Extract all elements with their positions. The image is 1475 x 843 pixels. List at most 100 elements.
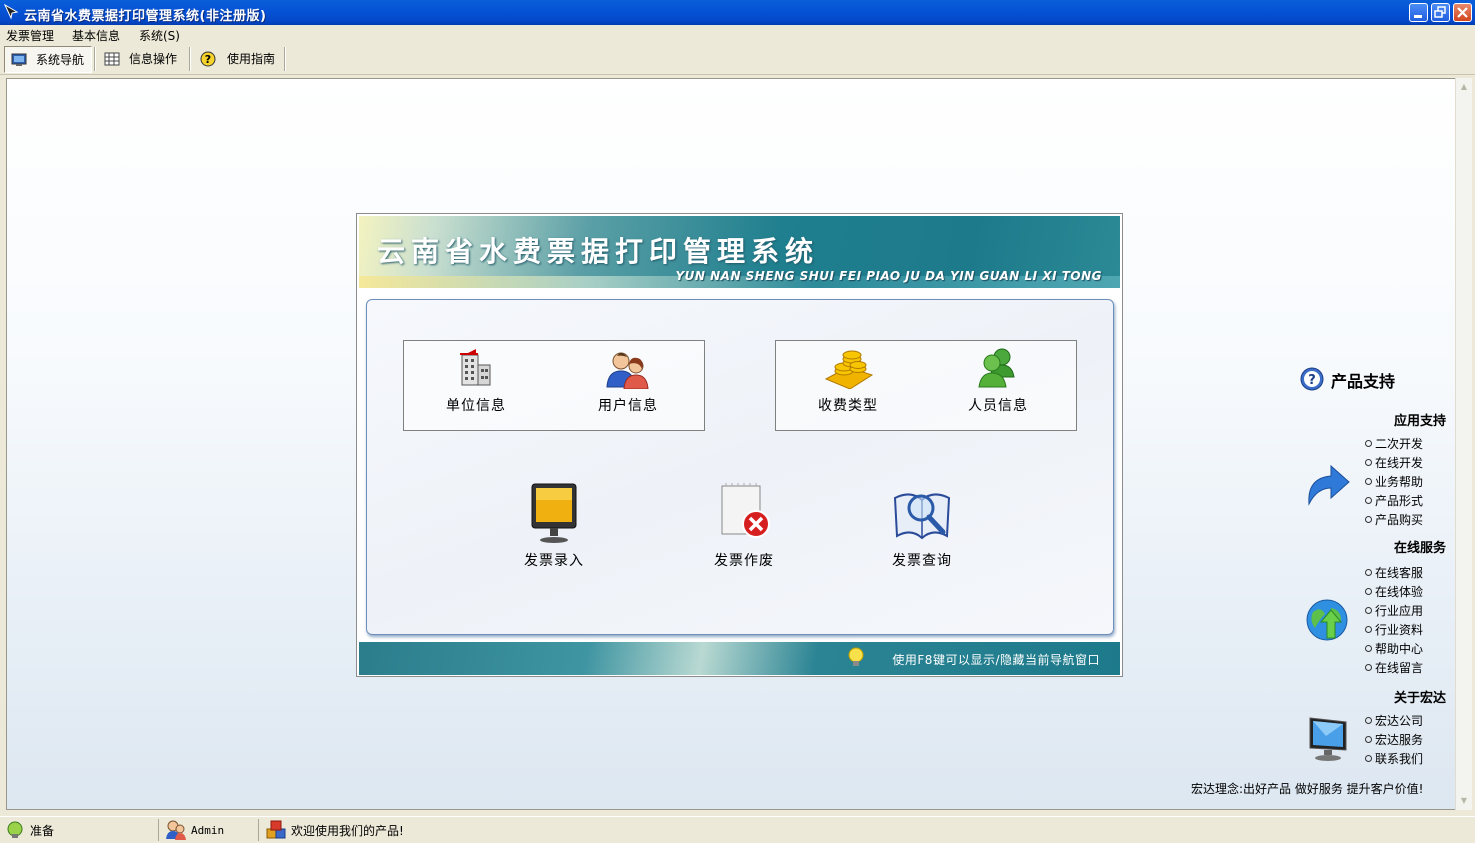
link-product-form[interactable]: 产品形式 <box>1365 492 1423 509</box>
link-secondary-dev[interactable]: 二次开发 <box>1365 435 1423 452</box>
invoice-entry-label: 发票录入 <box>524 553 584 569</box>
menu-system[interactable]: 系统(S) <box>139 27 180 44</box>
arrow-icon <box>1308 464 1350 506</box>
toolbar-separator <box>189 47 191 71</box>
bullet-icon <box>1365 478 1372 485</box>
panel-banner: 云南省水费票据打印管理系统 YUN NAN SHENG SHUI FEI PIA… <box>359 216 1120 288</box>
scroll-up-icon[interactable]: ▲ <box>1457 80 1471 94</box>
product-icon <box>266 820 286 839</box>
scroll-down-icon[interactable]: ▼ <box>1457 794 1471 808</box>
bullet-icon <box>1365 645 1372 652</box>
section-heading-about: 关于宏达 <box>1394 691 1447 706</box>
link-online-trial[interactable]: 在线体验 <box>1365 583 1423 600</box>
tab-info-ops[interactable]: 信息操作 <box>104 46 186 71</box>
section-heading-online: 在线服务 <box>1394 541 1447 556</box>
app-icon[interactable] <box>3 4 19 20</box>
tab-system-nav-label: 系统导航 <box>36 53 85 67</box>
link-industry-docs[interactable]: 行业资料 <box>1365 621 1423 638</box>
link-services[interactable]: 宏达服务 <box>1365 731 1423 748</box>
staff-info-label: 人员信息 <box>968 398 1028 414</box>
grid-icon <box>104 52 120 65</box>
link-contact-us[interactable]: 联系我们 <box>1365 750 1423 767</box>
link-product-purchase[interactable]: 产品购买 <box>1365 511 1423 528</box>
toolbar: 系统导航 信息操作 ? 使用指南 <box>0 44 1475 75</box>
footer-hint: 使用F8键可以显示/隐藏当前导航窗口 <box>892 653 1100 667</box>
menu-basic-info[interactable]: 基本信息 <box>72 27 120 44</box>
tab-user-guide-label: 使用指南 <box>227 52 276 66</box>
link-company[interactable]: 宏达公司 <box>1365 712 1423 729</box>
user-info-label: 用户信息 <box>598 398 658 414</box>
vertical-scrollbar[interactable]: ▲ ▼ <box>1455 78 1472 810</box>
restore-icon <box>1434 6 1446 18</box>
bullet-icon <box>1365 440 1372 447</box>
invoice-void-item[interactable]: 发票作废 <box>698 480 790 570</box>
bullet-icon <box>1365 497 1372 504</box>
status-bar: 准备 Admin 欢迎使用我们的产品! <box>0 816 1475 843</box>
close-icon <box>1457 7 1468 18</box>
menu-invoice[interactable]: 发票管理 <box>6 27 54 44</box>
status-welcome: 欢迎使用我们的产品! <box>291 823 404 838</box>
bullet-icon <box>1365 588 1372 595</box>
building-icon <box>460 349 491 386</box>
link-online-message[interactable]: 在线留言 <box>1365 659 1423 676</box>
restore-button[interactable] <box>1431 3 1450 22</box>
bullet-icon <box>1365 755 1372 762</box>
link-help-center[interactable]: 帮助中心 <box>1365 640 1423 657</box>
svg-text:?: ? <box>1308 373 1316 388</box>
search-book-icon <box>893 493 951 540</box>
charge-type-item[interactable]: 收费类型 <box>800 345 896 415</box>
tab-info-ops-label: 信息操作 <box>129 52 178 66</box>
section-heading-app: 应用支持 <box>1394 414 1447 429</box>
unit-info-item[interactable]: 单位信息 <box>428 349 524 415</box>
users-icon <box>606 352 649 389</box>
close-button[interactable] <box>1453 3 1472 22</box>
panel-footer: 使用F8键可以显示/隐藏当前导航窗口 <box>359 642 1120 675</box>
toolbar-separator <box>284 47 286 71</box>
minimize-button[interactable] <box>1409 3 1428 22</box>
link-business-help[interactable]: 业务帮助 <box>1365 473 1423 490</box>
bullet-icon <box>1365 459 1372 466</box>
bullet-icon <box>1365 516 1372 523</box>
globe-icon <box>1306 599 1348 641</box>
user-info-item[interactable]: 用户信息 <box>580 349 676 415</box>
bullet-icon <box>1365 717 1372 724</box>
coins-icon <box>824 350 874 389</box>
bullet-icon <box>1365 664 1372 671</box>
tab-system-nav[interactable]: 系统导航 <box>4 46 92 73</box>
bullet-icon <box>1365 607 1372 614</box>
staff-info-item[interactable]: 人员信息 <box>950 347 1046 415</box>
nav-panel: 云南省水费票据打印管理系统 YUN NAN SHENG SHUI FEI PIA… <box>356 213 1123 677</box>
support-title: 产品支持 <box>1331 372 1396 391</box>
help-circle-icon: ? <box>1300 367 1324 391</box>
link-online-dev[interactable]: 在线开发 <box>1365 454 1423 471</box>
group-basic-info: 单位信息 用户信息 <box>403 340 705 431</box>
invoice-query-label: 发票查询 <box>892 553 952 569</box>
help-icon: ? <box>200 51 216 66</box>
nav-content: 单位信息 用户信息 收费类型 人员信息 发票录入 发票作废 发票查询 <box>366 299 1114 635</box>
menu-bar: 发票管理 基本信息 系统(S) <box>0 25 1475 44</box>
invoice-entry-item[interactable]: 发票录入 <box>508 480 600 570</box>
status-bulb-icon <box>7 821 23 838</box>
company-motto: 宏达理念:出好产品 做好服务 提升客户价值! <box>1191 782 1424 796</box>
invoice-void-label: 发票作废 <box>714 553 774 569</box>
toolbar-separator <box>94 47 96 71</box>
status-text: 准备 <box>30 823 55 838</box>
tab-user-guide[interactable]: ? 使用指南 <box>200 46 282 71</box>
status-panel-welcome: 欢迎使用我们的产品! <box>262 819 562 841</box>
user-icon <box>166 820 186 840</box>
banner-pinyin: YUN NAN SHENG SHUI FEI PIAO JU DA YIN GU… <box>675 269 1102 283</box>
computer-icon <box>1309 717 1347 761</box>
bullet-icon <box>1365 569 1372 576</box>
status-panel-state: 准备 <box>2 819 159 841</box>
invoice-query-item[interactable]: 发票查询 <box>876 480 968 570</box>
lightbulb-icon <box>848 647 864 666</box>
link-online-service[interactable]: 在线客服 <box>1365 564 1423 581</box>
monitor-icon <box>531 483 577 543</box>
title-bar: 云南省水费票据打印管理系统(非注册版) <box>0 0 1475 25</box>
link-industry-app[interactable]: 行业应用 <box>1365 602 1423 619</box>
cancel-invoice-icon <box>721 483 770 538</box>
status-panel-user: Admin <box>162 819 259 841</box>
window-title: 云南省水费票据打印管理系统(非注册版) <box>24 9 267 24</box>
people-icon <box>978 348 1015 388</box>
bullet-icon <box>1365 626 1372 633</box>
